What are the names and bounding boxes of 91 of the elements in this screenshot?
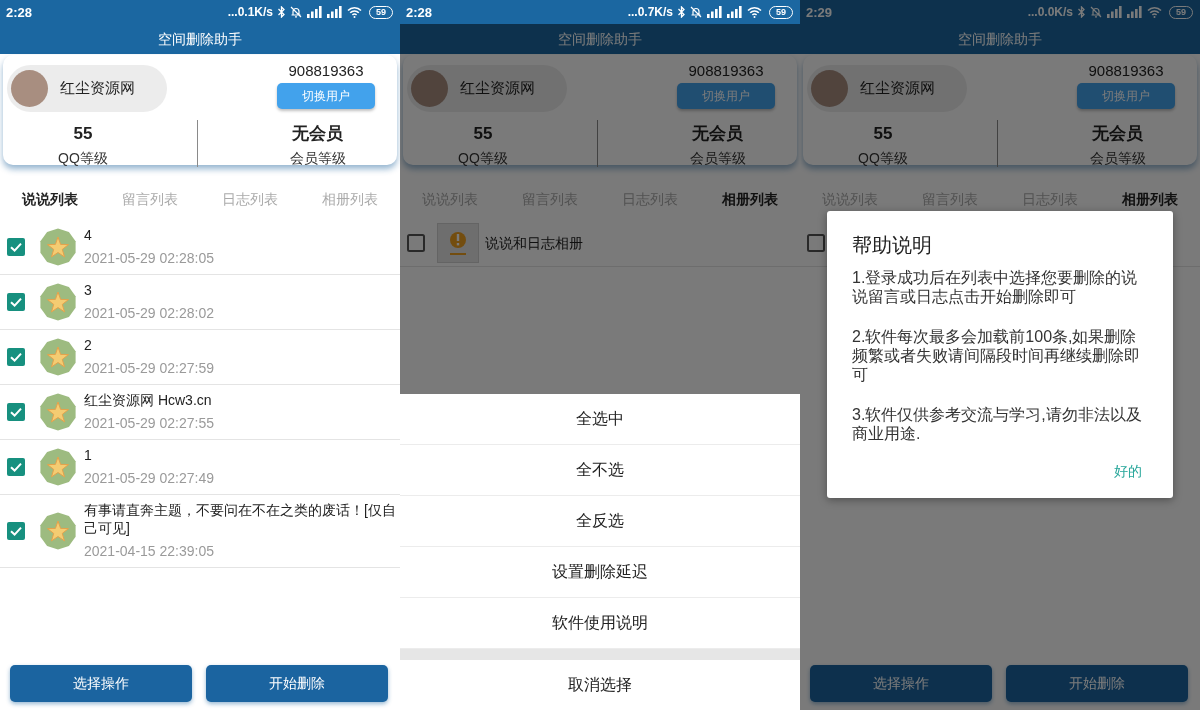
signal-icon xyxy=(327,6,342,18)
app-title: 空间删除助手 xyxy=(958,32,1042,46)
bluetooth-icon xyxy=(678,6,685,18)
tab[interactable]: 日志列表 xyxy=(200,188,300,210)
bluetooth-icon xyxy=(1078,6,1085,18)
status-time: 2:29 xyxy=(806,5,833,19)
account-number: 908819363 xyxy=(1088,62,1164,80)
signal-icon xyxy=(1107,6,1122,18)
footer-button[interactable]: 选择操作 xyxy=(810,665,992,702)
post-text: 1 xyxy=(84,446,93,464)
star-badge-icon xyxy=(39,338,77,376)
switch-user-button[interactable]: 切换用户 xyxy=(677,83,775,109)
cancel-button[interactable]: 取消选择 xyxy=(400,660,800,710)
post-time: 2021-05-29 02:27:55 xyxy=(84,414,214,433)
avatar-placeholder xyxy=(411,70,448,107)
help-text: 1.登录成功后在列表中选择您要删除的说说留言或日志点击开始删除即可 xyxy=(852,268,1139,306)
post-text: 有事请直奔主题，不要问在不在之类的废话！[仅自己可见] xyxy=(84,501,396,537)
post-text: 3 xyxy=(84,281,93,299)
bluetooth-icon xyxy=(278,6,285,18)
level-label: QQ等级 xyxy=(458,149,508,167)
checkbox[interactable] xyxy=(807,234,825,252)
network-speed: ...0.7K/s xyxy=(627,6,673,18)
user-name: 红尘资源网 xyxy=(460,78,535,99)
checkbox[interactable] xyxy=(7,522,25,540)
account-number: 908819363 xyxy=(288,62,364,80)
signal-icon xyxy=(1127,6,1142,18)
star-badge-icon xyxy=(39,512,77,550)
help-text: 2.软件每次最多会加载前100条,如果删除频繁或者失败请间隔段时间再继续删除即可 xyxy=(852,327,1141,384)
star-badge-icon xyxy=(39,283,77,321)
signal-icon xyxy=(307,6,322,18)
post-time: 2021-05-29 02:27:59 xyxy=(84,359,214,378)
tab[interactable]: 相册列表 xyxy=(1100,188,1200,210)
user-name: 红尘资源网 xyxy=(60,78,135,99)
avatar-placeholder xyxy=(811,70,848,107)
avatar-placeholder xyxy=(11,70,48,107)
switch-user-button[interactable]: 切换用户 xyxy=(277,83,375,109)
post-text: 2 xyxy=(84,336,93,354)
status-time: 2:28 xyxy=(6,5,33,19)
app-title: 空间删除助手 xyxy=(558,32,642,46)
checkbox[interactable] xyxy=(7,348,25,366)
dialog-title: 帮助说明 xyxy=(852,233,933,258)
account-number: 908819363 xyxy=(688,62,764,80)
tab[interactable]: 留言列表 xyxy=(100,188,200,210)
checkbox[interactable] xyxy=(407,234,425,252)
level-label: QQ等级 xyxy=(858,149,908,167)
checkbox[interactable] xyxy=(7,458,25,476)
footer-button[interactable]: 开始删除 xyxy=(1006,665,1188,702)
level-label: 会员等级 xyxy=(1089,149,1146,167)
help-text: 3.软件仅供参考交流与学习,请勿非法以及商业用途. xyxy=(852,405,1143,443)
level-label: QQ等级 xyxy=(58,149,108,167)
post-time: 2021-05-29 02:28:05 xyxy=(84,249,214,268)
switch-user-button[interactable]: 切换用户 xyxy=(1077,83,1175,109)
level-value: 55 xyxy=(473,123,493,145)
post-time: 2021-05-29 02:27:49 xyxy=(84,469,214,488)
level-label: 会员等级 xyxy=(689,149,746,167)
tab[interactable]: 相册列表 xyxy=(300,188,400,210)
status-time: 2:28 xyxy=(406,5,433,19)
tab[interactable]: 相册列表 xyxy=(700,188,800,210)
signal-icon xyxy=(707,6,722,18)
wifi-icon xyxy=(347,6,362,18)
level-label: 会员等级 xyxy=(289,149,346,167)
bell-off-icon xyxy=(290,6,302,18)
network-speed: ...0.1K/s xyxy=(227,6,273,18)
signal-icon xyxy=(727,6,742,18)
level-value: 无会员 xyxy=(292,123,343,145)
checkbox[interactable] xyxy=(7,238,25,256)
album-title: 说说和日志相册 xyxy=(485,233,583,253)
post-text: 红尘资源网 Hcw3.cn xyxy=(84,391,213,409)
app-title: 空间删除助手 xyxy=(158,32,242,46)
level-value: 55 xyxy=(73,123,93,145)
star-badge-icon xyxy=(39,393,77,431)
bell-off-icon xyxy=(690,6,702,18)
network-speed: ...0.0K/s xyxy=(1027,6,1073,18)
level-value: 无会员 xyxy=(1092,123,1143,145)
level-value: 无会员 xyxy=(692,123,743,145)
post-time: 2021-04-15 22:39:05 xyxy=(84,542,215,561)
wifi-icon xyxy=(1147,6,1162,18)
ok-button[interactable]: 好的 xyxy=(1112,461,1144,481)
post-text: 4 xyxy=(84,226,93,244)
checkbox[interactable] xyxy=(7,403,25,421)
bell-off-icon xyxy=(1090,6,1102,18)
post-time: 2021-05-29 02:28:02 xyxy=(84,304,214,323)
star-badge-icon xyxy=(39,448,77,486)
footer-button[interactable]: 选择操作 xyxy=(10,665,192,702)
tab[interactable]: 说说列表 xyxy=(0,188,100,210)
level-value: 55 xyxy=(873,123,893,145)
user-name: 红尘资源网 xyxy=(860,78,935,99)
footer-button[interactable]: 开始删除 xyxy=(206,665,388,702)
checkbox[interactable] xyxy=(7,293,25,311)
star-badge-icon xyxy=(39,228,77,266)
wifi-icon xyxy=(747,6,762,18)
